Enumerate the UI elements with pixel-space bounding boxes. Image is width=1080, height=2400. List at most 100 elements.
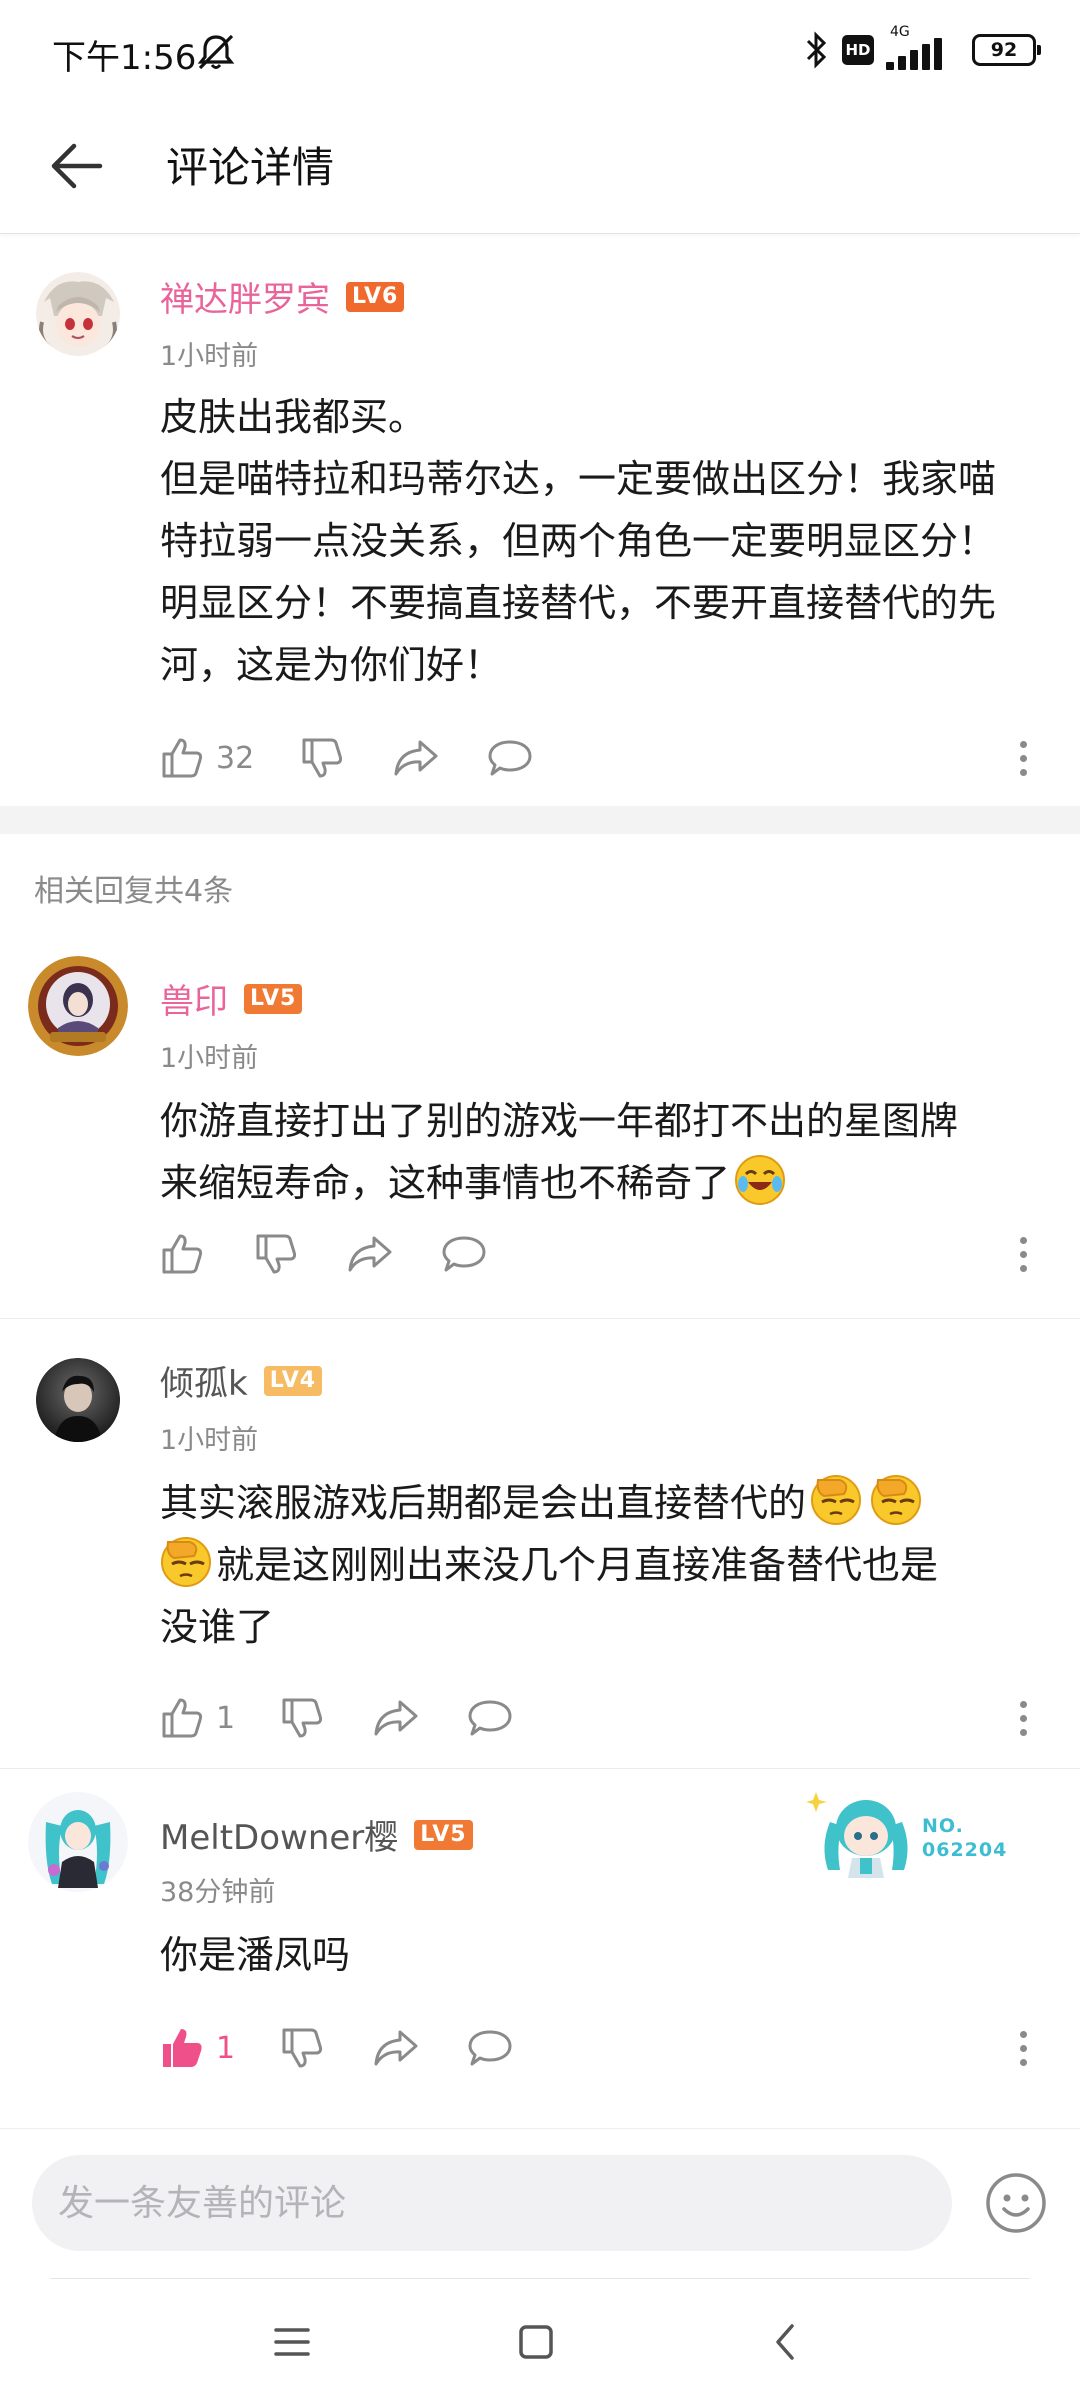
- thumbs-up-icon: [162, 1234, 203, 1274]
- divider: [0, 1768, 1080, 1769]
- thumbs-up-icon: [162, 1698, 203, 1738]
- comment-line: 没谁了: [160, 1605, 275, 1649]
- home-square-icon[interactable]: [506, 2312, 566, 2372]
- comment-line-text: 就是这刚刚出来没几个月直接准备替代也是: [216, 1543, 939, 1587]
- more-options-button[interactable]: [1008, 730, 1038, 786]
- thumbs-down-icon: [282, 2028, 323, 2068]
- share-button[interactable]: [372, 1690, 420, 1746]
- fan-number-text: NO. 062204: [922, 1814, 1007, 1862]
- like-count: 1: [216, 2030, 236, 2066]
- thumbs-up-icon: [162, 738, 203, 778]
- dislike-button[interactable]: [252, 1226, 300, 1282]
- thumbs-down-icon: [256, 1234, 297, 1274]
- like-button[interactable]: 1: [158, 1690, 235, 1746]
- facepalm-emoji-icon: [871, 1475, 922, 1525]
- miku-chibi-icon: [806, 1792, 908, 1878]
- app-header: 评论详情: [0, 104, 1080, 234]
- comment-time: 1小时前: [160, 1043, 259, 1074]
- more-options-button[interactable]: [1008, 1690, 1038, 1746]
- fan-number-badge: NO. 062204: [806, 1786, 1016, 1882]
- more-options-button[interactable]: [1008, 2020, 1038, 2076]
- comment-time: 1小时前: [160, 1425, 259, 1456]
- main-comment: 禅达胖罗宾 LV6 1小时前 皮肤出我都买。 但是喵特拉和玛蒂尔达，一定要做出区…: [0, 236, 1080, 806]
- back-button[interactable]: [40, 130, 112, 202]
- comment-line-text: 来缩短寿命，这种事情也不稀奇了: [160, 1161, 731, 1205]
- username[interactable]: 兽印: [160, 974, 228, 1023]
- username-row: 倾孤k LV4: [160, 1356, 323, 1405]
- comment-line: 但是喵特拉和玛蒂尔达，一定要做出区分！我家喵: [160, 457, 997, 501]
- facepalm-emoji-icon: [811, 1475, 862, 1525]
- emoji-button[interactable]: [984, 2171, 1048, 2235]
- dislike-button[interactable]: [278, 2020, 326, 2076]
- like-button[interactable]: 32: [158, 730, 254, 786]
- speech-bubble-icon: [468, 2030, 512, 2066]
- reply-item: 倾孤k LV4 1小时前 其实滚服游戏后期都是会出直接替代的 就是这刚刚出来没几…: [0, 1320, 1080, 1768]
- avatar[interactable]: [36, 1358, 120, 1442]
- reply-button[interactable]: [466, 1690, 514, 1746]
- reply-item: 兽印 LV5 1小时前 你游直接打出了别的游戏一年都打不出的星图牌 来缩短寿命，…: [0, 930, 1080, 1318]
- status-bar: 下午1:56 HD 4G 92: [0, 0, 1080, 104]
- avatar[interactable]: [28, 1792, 128, 1892]
- username-row: 兽印 LV5: [160, 974, 303, 1023]
- reply-count-label: 相关回复共4条: [34, 874, 234, 909]
- comment-line: 就是这刚刚出来没几个月直接准备替代也是: [160, 1534, 1050, 1596]
- system-nav-bar: [0, 2278, 1080, 2400]
- username[interactable]: 倾孤k: [160, 1356, 248, 1405]
- speech-bubble-icon: [442, 1236, 486, 1272]
- battery-level: 92: [990, 39, 1018, 61]
- battery-icon: 92: [972, 34, 1041, 66]
- username-row: MeltDowner樱 LV5: [160, 1810, 473, 1859]
- thumbs-down-icon: [302, 738, 343, 778]
- like-count: 32: [216, 740, 255, 776]
- page-title: 评论详情: [166, 143, 335, 192]
- comment-text: 你游直接打出了别的游戏一年都打不出的星图牌 来缩短寿命，这种事情也不稀奇了: [160, 1090, 1050, 1214]
- divider: [0, 1318, 1080, 1319]
- comment-input-bar: [0, 2128, 1080, 2278]
- comment-time: 1小时前: [160, 341, 259, 372]
- reply-button[interactable]: [486, 730, 534, 786]
- username[interactable]: 禅达胖罗宾: [160, 272, 330, 321]
- speech-bubble-icon: [488, 740, 532, 776]
- comment-line-text: 其实滚服游戏后期都是会出直接替代的: [160, 1481, 807, 1525]
- like-button[interactable]: [158, 1226, 206, 1282]
- username[interactable]: MeltDowner樱: [160, 1810, 398, 1859]
- level-badge: LV4: [263, 1365, 323, 1396]
- comment-text: 其实滚服游戏后期都是会出直接替代的 就是这刚刚出来没几个月直接准备替代也是 没谁…: [160, 1472, 1050, 1658]
- laughing-crying-emoji-icon: [735, 1155, 786, 1205]
- reply-button[interactable]: [440, 1226, 488, 1282]
- thumbs-down-icon: [282, 1698, 323, 1738]
- section-separator: [0, 806, 1080, 834]
- share-button[interactable]: [346, 1226, 394, 1282]
- menu-icon[interactable]: [262, 2312, 322, 2372]
- back-chevron-icon[interactable]: [756, 2312, 816, 2372]
- avatar[interactable]: [36, 272, 120, 356]
- comment-line: 来缩短寿命，这种事情也不稀奇了: [160, 1152, 1050, 1214]
- hd-badge: HD: [842, 35, 874, 65]
- level-badge: LV6: [346, 281, 405, 312]
- comment-line: 河，这是为你们好！: [160, 643, 503, 687]
- comment-input[interactable]: [32, 2155, 952, 2251]
- share-button[interactable]: [372, 2020, 420, 2076]
- comment-time: 38分钟前: [160, 1877, 276, 1908]
- reply-button[interactable]: [466, 2020, 514, 2076]
- more-options-button[interactable]: [1008, 1226, 1038, 1282]
- comment-actions: 1: [158, 2020, 1038, 2076]
- comment-line: 特拉弱一点没关系，但两个角色一定要明显区分！: [160, 519, 997, 563]
- avatar[interactable]: [28, 956, 128, 1056]
- facepalm-emoji-icon: [161, 1537, 211, 1587]
- dislike-button[interactable]: [298, 730, 346, 786]
- thumbs-up-filled-icon: [163, 2029, 202, 2067]
- comment-actions: 32: [158, 730, 1038, 786]
- comment-text: 你是潘凤吗: [160, 1924, 1050, 1986]
- share-arrow-icon: [374, 2030, 418, 2066]
- fan-number-value: 062204: [922, 1839, 1008, 1861]
- comment-line: 你游直接打出了别的游戏一年都打不出的星图牌: [160, 1099, 959, 1143]
- status-indicators: HD 4G 92: [804, 24, 1041, 72]
- like-button[interactable]: 1: [158, 2020, 235, 2076]
- username-row: 禅达胖罗宾 LV6: [160, 272, 405, 321]
- bluetooth-icon: [806, 31, 827, 69]
- comment-line: 其实滚服游戏后期都是会出直接替代的: [160, 1472, 1050, 1534]
- dislike-button[interactable]: [278, 1690, 326, 1746]
- share-button[interactable]: [392, 730, 440, 786]
- divider: [50, 2278, 1030, 2279]
